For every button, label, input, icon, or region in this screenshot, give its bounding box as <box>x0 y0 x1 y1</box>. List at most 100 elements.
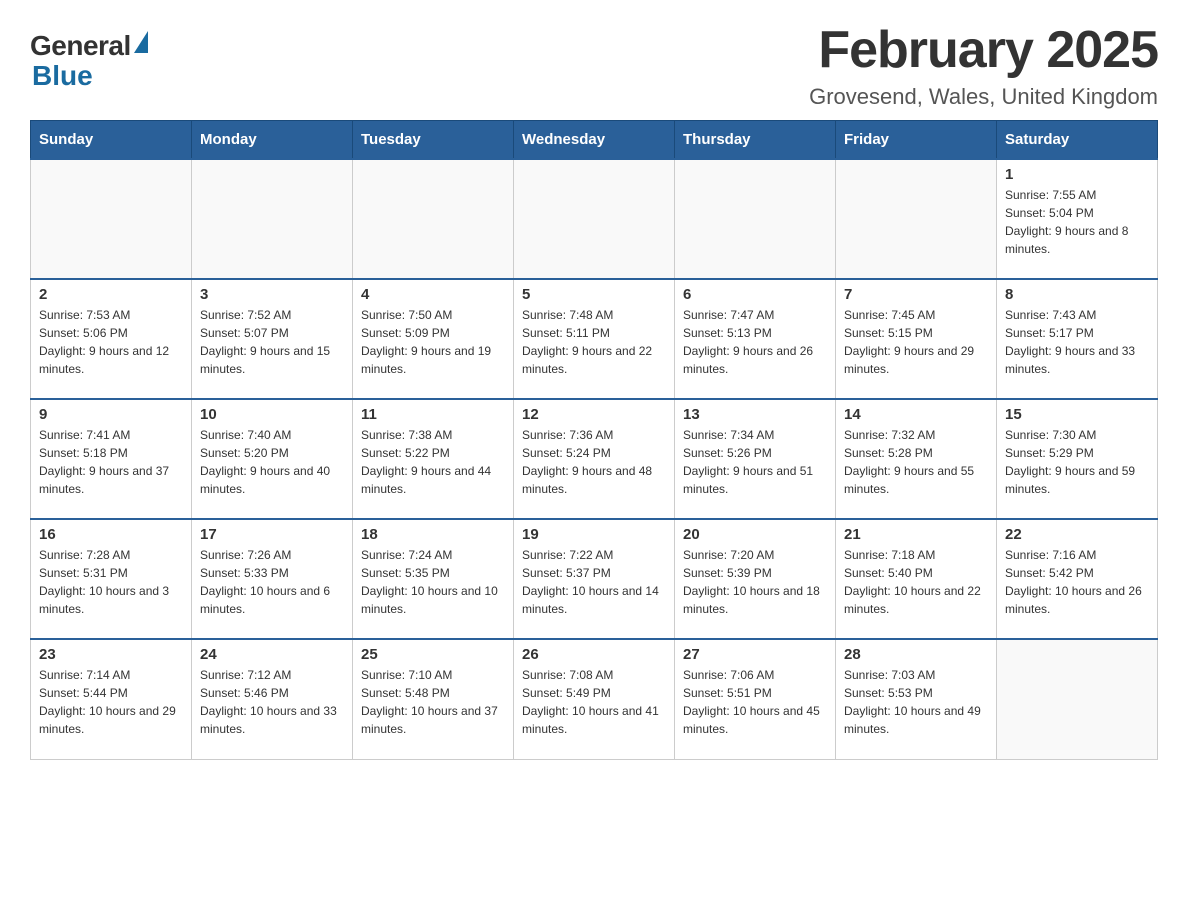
logo-blue-text: Blue <box>30 60 93 92</box>
day-number: 26 <box>522 646 666 663</box>
day-info: Sunrise: 7:10 AM Sunset: 5:48 PM Dayligh… <box>361 666 505 738</box>
day-number: 21 <box>844 526 988 543</box>
day-number: 6 <box>683 286 827 303</box>
day-header-tuesday: Tuesday <box>353 121 514 160</box>
calendar-cell: 16 Sunrise: 7:28 AM Sunset: 5:31 PM Dayli… <box>31 519 192 639</box>
day-number: 2 <box>39 286 183 303</box>
calendar-header: SundayMondayTuesdayWednesdayThursdayFrid… <box>31 121 1158 160</box>
calendar-cell <box>675 159 836 279</box>
day-number: 12 <box>522 406 666 423</box>
day-number: 1 <box>1005 166 1149 183</box>
logo-general-text: General <box>30 30 131 62</box>
day-info: Sunrise: 7:30 AM Sunset: 5:29 PM Dayligh… <box>1005 426 1149 498</box>
day-number: 10 <box>200 406 344 423</box>
day-info: Sunrise: 7:12 AM Sunset: 5:46 PM Dayligh… <box>200 666 344 738</box>
calendar-subtitle: Grovesend, Wales, United Kingdom <box>809 84 1158 110</box>
calendar-cell: 23 Sunrise: 7:14 AM Sunset: 5:44 PM Dayli… <box>31 639 192 759</box>
calendar-cell: 17 Sunrise: 7:26 AM Sunset: 5:33 PM Dayli… <box>192 519 353 639</box>
calendar-cell: 18 Sunrise: 7:24 AM Sunset: 5:35 PM Dayli… <box>353 519 514 639</box>
day-number: 11 <box>361 406 505 423</box>
calendar-week-2: 2 Sunrise: 7:53 AM Sunset: 5:06 PM Daylig… <box>31 279 1158 399</box>
day-info: Sunrise: 7:08 AM Sunset: 5:49 PM Dayligh… <box>522 666 666 738</box>
day-info: Sunrise: 7:16 AM Sunset: 5:42 PM Dayligh… <box>1005 546 1149 618</box>
logo: General Blue <box>30 30 148 92</box>
day-info: Sunrise: 7:18 AM Sunset: 5:40 PM Dayligh… <box>844 546 988 618</box>
day-info: Sunrise: 7:38 AM Sunset: 5:22 PM Dayligh… <box>361 426 505 498</box>
calendar-cell: 4 Sunrise: 7:50 AM Sunset: 5:09 PM Daylig… <box>353 279 514 399</box>
day-number: 8 <box>1005 286 1149 303</box>
calendar-cell: 8 Sunrise: 7:43 AM Sunset: 5:17 PM Daylig… <box>997 279 1158 399</box>
days-of-week-row: SundayMondayTuesdayWednesdayThursdayFrid… <box>31 121 1158 160</box>
calendar-cell <box>192 159 353 279</box>
calendar-week-4: 16 Sunrise: 7:28 AM Sunset: 5:31 PM Dayli… <box>31 519 1158 639</box>
day-info: Sunrise: 7:34 AM Sunset: 5:26 PM Dayligh… <box>683 426 827 498</box>
day-info: Sunrise: 7:36 AM Sunset: 5:24 PM Dayligh… <box>522 426 666 498</box>
day-number: 27 <box>683 646 827 663</box>
day-number: 19 <box>522 526 666 543</box>
day-info: Sunrise: 7:53 AM Sunset: 5:06 PM Dayligh… <box>39 306 183 378</box>
calendar-cell: 22 Sunrise: 7:16 AM Sunset: 5:42 PM Dayli… <box>997 519 1158 639</box>
day-number: 17 <box>200 526 344 543</box>
day-number: 18 <box>361 526 505 543</box>
day-info: Sunrise: 7:55 AM Sunset: 5:04 PM Dayligh… <box>1005 186 1149 258</box>
day-info: Sunrise: 7:47 AM Sunset: 5:13 PM Dayligh… <box>683 306 827 378</box>
day-info: Sunrise: 7:14 AM Sunset: 5:44 PM Dayligh… <box>39 666 183 738</box>
calendar-cell: 24Sunrise: 7:12 AM Sunset: 5:46 PM Dayli… <box>192 639 353 759</box>
calendar-cell: 28 Sunrise: 7:03 AM Sunset: 5:53 PM Dayli… <box>836 639 997 759</box>
calendar-cell <box>31 159 192 279</box>
day-number: 3 <box>200 286 344 303</box>
calendar-table: SundayMondayTuesdayWednesdayThursdayFrid… <box>30 120 1158 760</box>
calendar-cell: 10 Sunrise: 7:40 AM Sunset: 5:20 PM Dayli… <box>192 399 353 519</box>
day-number: 16 <box>39 526 183 543</box>
calendar-cell: 2 Sunrise: 7:53 AM Sunset: 5:06 PM Daylig… <box>31 279 192 399</box>
day-info: Sunrise: 7:28 AM Sunset: 5:31 PM Dayligh… <box>39 546 183 618</box>
calendar-body: 1 Sunrise: 7:55 AM Sunset: 5:04 PM Daylig… <box>31 159 1158 759</box>
calendar-cell <box>997 639 1158 759</box>
calendar-cell: 14Sunrise: 7:32 AM Sunset: 5:28 PM Dayli… <box>836 399 997 519</box>
day-header-thursday: Thursday <box>675 121 836 160</box>
calendar-cell <box>353 159 514 279</box>
day-number: 9 <box>39 406 183 423</box>
calendar-cell: 5Sunrise: 7:48 AM Sunset: 5:11 PM Daylig… <box>514 279 675 399</box>
calendar-week-1: 1 Sunrise: 7:55 AM Sunset: 5:04 PM Daylig… <box>31 159 1158 279</box>
calendar-cell: 27 Sunrise: 7:06 AM Sunset: 5:51 PM Dayli… <box>675 639 836 759</box>
day-header-monday: Monday <box>192 121 353 160</box>
day-info: Sunrise: 7:22 AM Sunset: 5:37 PM Dayligh… <box>522 546 666 618</box>
day-info: Sunrise: 7:24 AM Sunset: 5:35 PM Dayligh… <box>361 546 505 618</box>
calendar-cell <box>836 159 997 279</box>
day-header-saturday: Saturday <box>997 121 1158 160</box>
calendar-title: February 2025 <box>809 20 1158 80</box>
day-info: Sunrise: 7:43 AM Sunset: 5:17 PM Dayligh… <box>1005 306 1149 378</box>
calendar-cell <box>514 159 675 279</box>
day-number: 7 <box>844 286 988 303</box>
day-number: 23 <box>39 646 183 663</box>
day-info: Sunrise: 7:40 AM Sunset: 5:20 PM Dayligh… <box>200 426 344 498</box>
day-number: 28 <box>844 646 988 663</box>
day-info: Sunrise: 7:03 AM Sunset: 5:53 PM Dayligh… <box>844 666 988 738</box>
day-number: 5 <box>522 286 666 303</box>
day-info: Sunrise: 7:52 AM Sunset: 5:07 PM Dayligh… <box>200 306 344 378</box>
calendar-cell: 21 Sunrise: 7:18 AM Sunset: 5:40 PM Dayli… <box>836 519 997 639</box>
calendar-cell: 13Sunrise: 7:34 AM Sunset: 5:26 PM Dayli… <box>675 399 836 519</box>
day-info: Sunrise: 7:26 AM Sunset: 5:33 PM Dayligh… <box>200 546 344 618</box>
day-info: Sunrise: 7:45 AM Sunset: 5:15 PM Dayligh… <box>844 306 988 378</box>
day-number: 4 <box>361 286 505 303</box>
day-info: Sunrise: 7:41 AM Sunset: 5:18 PM Dayligh… <box>39 426 183 498</box>
calendar-week-5: 23 Sunrise: 7:14 AM Sunset: 5:44 PM Dayli… <box>31 639 1158 759</box>
logo-triangle-icon <box>134 31 148 53</box>
calendar-cell: 9 Sunrise: 7:41 AM Sunset: 5:18 PM Daylig… <box>31 399 192 519</box>
day-number: 25 <box>361 646 505 663</box>
page-header: General Blue February 2025 Grovesend, Wa… <box>30 20 1158 110</box>
day-info: Sunrise: 7:06 AM Sunset: 5:51 PM Dayligh… <box>683 666 827 738</box>
calendar-cell: 12 Sunrise: 7:36 AM Sunset: 5:24 PM Dayli… <box>514 399 675 519</box>
day-info: Sunrise: 7:50 AM Sunset: 5:09 PM Dayligh… <box>361 306 505 378</box>
day-header-friday: Friday <box>836 121 997 160</box>
day-number: 14 <box>844 406 988 423</box>
day-header-sunday: Sunday <box>31 121 192 160</box>
calendar-cell: 19 Sunrise: 7:22 AM Sunset: 5:37 PM Dayli… <box>514 519 675 639</box>
day-number: 22 <box>1005 526 1149 543</box>
calendar-cell: 26 Sunrise: 7:08 AM Sunset: 5:49 PM Dayli… <box>514 639 675 759</box>
calendar-cell: 20Sunrise: 7:20 AM Sunset: 5:39 PM Dayli… <box>675 519 836 639</box>
calendar-cell: 11 Sunrise: 7:38 AM Sunset: 5:22 PM Dayli… <box>353 399 514 519</box>
calendar-cell: 3 Sunrise: 7:52 AM Sunset: 5:07 PM Daylig… <box>192 279 353 399</box>
